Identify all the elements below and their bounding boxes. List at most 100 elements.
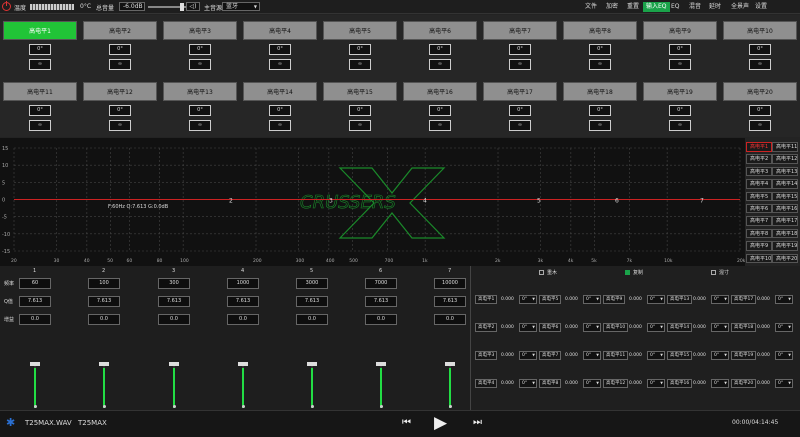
link-button[interactable]: ∞ bbox=[189, 59, 211, 70]
mix-value[interactable]: 0.000 bbox=[501, 379, 514, 388]
menu-item[interactable]: 输入EQ bbox=[643, 2, 670, 12]
link-button[interactable]: ∞ bbox=[269, 59, 291, 70]
band-freq-field[interactable]: 7000 bbox=[365, 278, 397, 289]
channel-select-item[interactable]: 高电平20 bbox=[772, 253, 798, 264]
volume-slider-thumb[interactable] bbox=[180, 3, 184, 11]
mix-phase-select[interactable]: 0° bbox=[711, 379, 729, 388]
menu-item[interactable]: 加密 bbox=[603, 2, 621, 12]
mix-value[interactable]: 0.000 bbox=[501, 295, 514, 304]
phase-field[interactable]: 0° bbox=[669, 44, 691, 55]
mix-value[interactable]: 0.000 bbox=[693, 323, 706, 332]
channel-button[interactable]: 高电平13 bbox=[163, 82, 237, 101]
link-button[interactable]: ∞ bbox=[109, 120, 131, 131]
gain-slider-thumb[interactable] bbox=[445, 362, 455, 366]
channel-button[interactable]: 高电平8 bbox=[563, 21, 637, 40]
mix-value[interactable]: 0.000 bbox=[501, 351, 514, 360]
phase-field[interactable]: 0° bbox=[269, 44, 291, 55]
mix-value[interactable]: 0.000 bbox=[629, 351, 642, 360]
channel-select-item[interactable]: 高电平6 bbox=[746, 203, 772, 214]
bluetooth-icon[interactable]: ✱ bbox=[6, 416, 15, 429]
menu-item[interactable]: 重置 bbox=[624, 2, 642, 12]
channel-select-item[interactable]: 高电平10 bbox=[746, 253, 772, 264]
mix-phase-select[interactable]: 0° bbox=[583, 379, 601, 388]
link-button[interactable]: ∞ bbox=[509, 59, 531, 70]
checkbox-icon[interactable] bbox=[711, 270, 716, 275]
mix-phase-select[interactable]: 0° bbox=[583, 295, 601, 304]
mix-value[interactable]: 0.000 bbox=[693, 351, 706, 360]
mix-phase-select[interactable]: 0° bbox=[647, 295, 665, 304]
mix-value[interactable]: 0.000 bbox=[565, 379, 578, 388]
band-q-field[interactable]: 7.613 bbox=[88, 296, 120, 307]
checkbox-icon[interactable] bbox=[625, 270, 630, 275]
link-button[interactable]: ∞ bbox=[669, 120, 691, 131]
eq-point-label[interactable]: 2 bbox=[229, 198, 233, 205]
channel-select-item[interactable]: 高电平1 bbox=[746, 142, 772, 152]
band-gain-field[interactable]: 0.0 bbox=[365, 314, 397, 325]
prev-icon[interactable]: ⏮ bbox=[402, 417, 411, 428]
band-freq-field[interactable]: 300 bbox=[158, 278, 190, 289]
mix-phase-select[interactable]: 0° bbox=[583, 323, 601, 332]
gain-slider-thumb[interactable] bbox=[99, 362, 109, 366]
mix-value[interactable]: 0.000 bbox=[629, 323, 642, 332]
channel-button[interactable]: 高电平17 bbox=[483, 82, 557, 101]
mix-option[interactable]: 复制 bbox=[625, 269, 643, 276]
menu-item[interactable]: 文件 bbox=[582, 2, 600, 12]
mix-value[interactable]: 0.000 bbox=[629, 379, 642, 388]
mix-phase-select[interactable]: 0° bbox=[775, 351, 793, 360]
phase-field[interactable]: 0° bbox=[269, 105, 291, 116]
mix-value[interactable]: 0.000 bbox=[565, 295, 578, 304]
link-button[interactable]: ∞ bbox=[29, 120, 51, 131]
link-button[interactable]: ∞ bbox=[189, 120, 211, 131]
phase-field[interactable]: 0° bbox=[589, 44, 611, 55]
phase-field[interactable]: 0° bbox=[749, 105, 771, 116]
mix-option[interactable]: 重木 bbox=[539, 269, 557, 276]
mix-value[interactable]: 0.000 bbox=[629, 295, 642, 304]
mix-value[interactable]: 0.000 bbox=[565, 351, 578, 360]
link-button[interactable]: ∞ bbox=[429, 120, 451, 131]
menu-item[interactable]: 混音 bbox=[686, 2, 704, 12]
band-gain-field[interactable]: 0.0 bbox=[296, 314, 328, 325]
mix-phase-select[interactable]: 0° bbox=[647, 323, 665, 332]
band-gain-field[interactable]: 0.0 bbox=[158, 314, 190, 325]
band-q-field[interactable]: 7.613 bbox=[365, 296, 397, 307]
band-freq-field[interactable]: 10000 bbox=[434, 278, 466, 289]
channel-select-item[interactable]: 高电平3 bbox=[746, 166, 772, 177]
band-q-field[interactable]: 7.613 bbox=[19, 296, 51, 307]
phase-field[interactable]: 0° bbox=[429, 44, 451, 55]
mix-phase-select[interactable]: 0° bbox=[711, 323, 729, 332]
channel-button[interactable]: 高电平1 bbox=[3, 21, 77, 40]
band-freq-field[interactable]: 60 bbox=[19, 278, 51, 289]
mix-value[interactable]: 0.000 bbox=[565, 323, 578, 332]
menu-item[interactable]: 设置 bbox=[752, 2, 770, 12]
phase-field[interactable]: 0° bbox=[509, 44, 531, 55]
channel-button[interactable]: 高电平6 bbox=[403, 21, 477, 40]
eq-point-label[interactable]: 4 bbox=[423, 198, 427, 205]
channel-button[interactable]: 高电平3 bbox=[163, 21, 237, 40]
link-button[interactable]: ∞ bbox=[109, 59, 131, 70]
channel-select-item[interactable]: 高电平17 bbox=[772, 216, 798, 226]
channel-button[interactable]: 高电平20 bbox=[723, 82, 797, 101]
menu-item[interactable]: EQ bbox=[668, 2, 683, 12]
mix-phase-select[interactable]: 0° bbox=[519, 351, 537, 360]
channel-button[interactable]: 高电平5 bbox=[323, 21, 397, 40]
link-button[interactable]: ∞ bbox=[349, 59, 371, 70]
channel-button[interactable]: 高电平2 bbox=[83, 21, 157, 40]
band-q-field[interactable]: 7.613 bbox=[158, 296, 190, 307]
band-q-field[interactable]: 7.613 bbox=[296, 296, 328, 307]
gain-slider-thumb[interactable] bbox=[169, 362, 179, 366]
gain-slider-thumb[interactable] bbox=[376, 362, 386, 366]
channel-select-item[interactable]: 高电平16 bbox=[772, 203, 798, 214]
mix-phase-select[interactable]: 0° bbox=[583, 351, 601, 360]
phase-field[interactable]: 0° bbox=[509, 105, 531, 116]
channel-button[interactable]: 高电平18 bbox=[563, 82, 637, 101]
channel-select-item[interactable]: 高电平14 bbox=[772, 179, 798, 189]
mix-phase-select[interactable]: 0° bbox=[711, 351, 729, 360]
mix-option[interactable]: 混寸 bbox=[711, 269, 729, 276]
gain-slider-thumb[interactable] bbox=[30, 362, 40, 366]
band-gain-field[interactable]: 0.0 bbox=[434, 314, 466, 325]
eq-point-label[interactable]: 7 bbox=[700, 198, 704, 205]
menu-item[interactable]: 延时 bbox=[706, 2, 724, 12]
phase-field[interactable]: 0° bbox=[749, 44, 771, 55]
channel-select-item[interactable]: 高电平15 bbox=[772, 191, 798, 202]
band-freq-field[interactable]: 3000 bbox=[296, 278, 328, 289]
